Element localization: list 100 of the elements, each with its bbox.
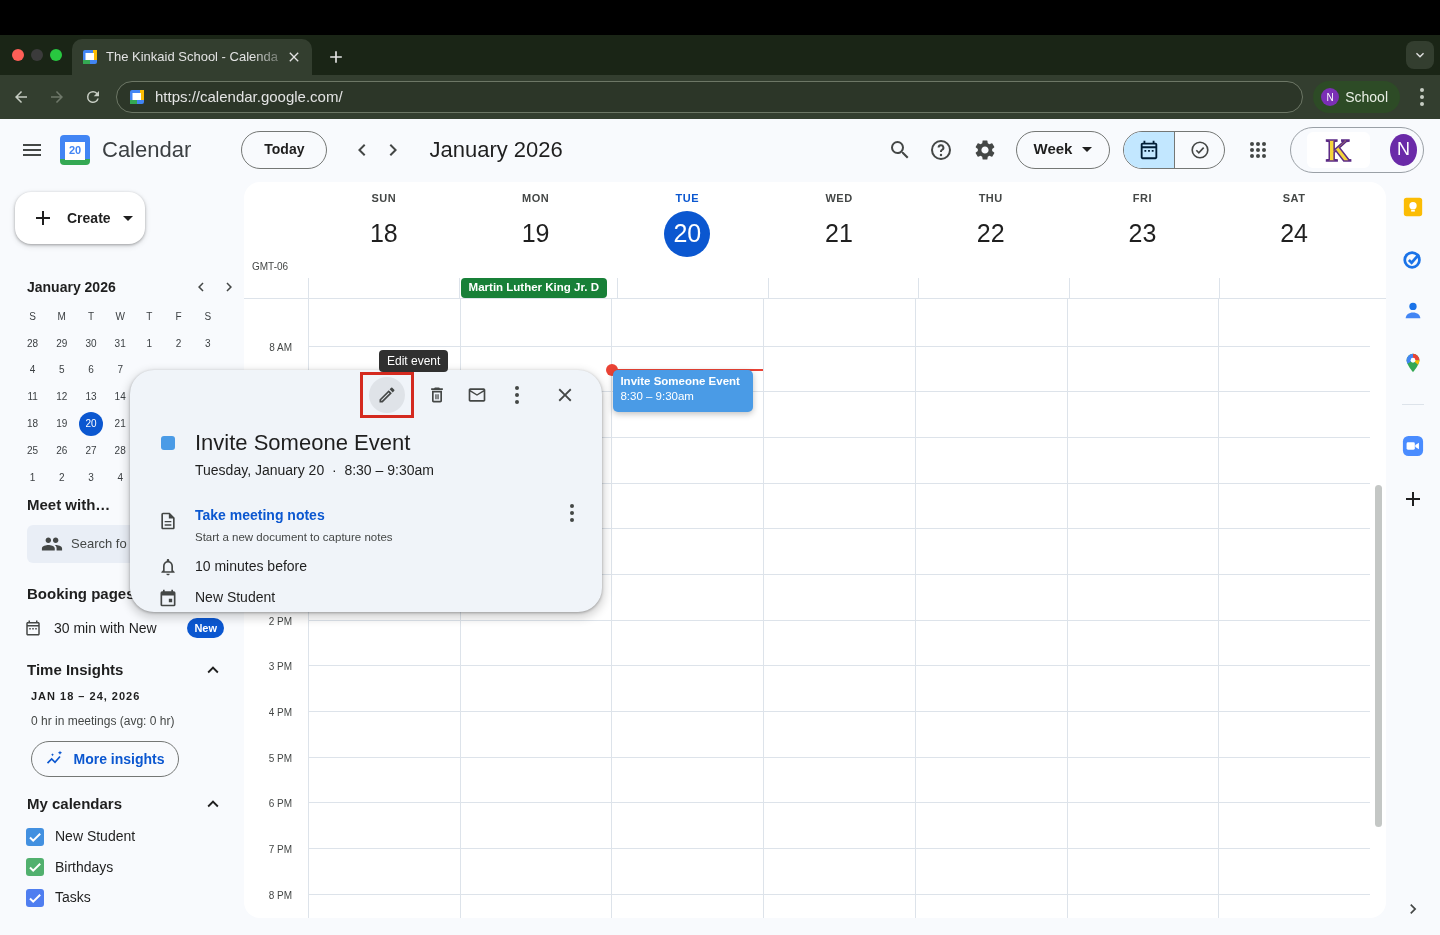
weekday-label: TUE	[675, 191, 700, 206]
calendar-view-toggle[interactable]	[1124, 131, 1174, 168]
address-bar[interactable]: https://calendar.google.com/	[116, 81, 1304, 113]
tab-list-button[interactable]	[1406, 41, 1434, 69]
mini-calendar-day[interactable]: 14	[108, 384, 133, 409]
settings-icon[interactable]	[973, 137, 997, 162]
meetings-summary: 0 hr in meetings (avg: 0 hr)	[30, 713, 176, 731]
mail-icon	[467, 385, 487, 405]
calendar-name: New Student	[195, 588, 276, 608]
meeting-notes-link[interactable]: Take meeting notes	[195, 507, 325, 523]
event-title: Invite Someone Event	[620, 374, 741, 389]
time-label: 2 PM	[268, 614, 292, 629]
weekday-label: THU	[978, 191, 1003, 206]
calendar-checkbox[interactable]	[26, 858, 44, 877]
mini-calendar-day[interactable]: 19	[49, 411, 74, 436]
mini-calendar-day[interactable]: 26	[49, 438, 74, 463]
calendar-checkbox[interactable]	[26, 888, 44, 907]
mini-calendar-day[interactable]: 4	[20, 358, 45, 382]
calendar-icon	[1138, 138, 1160, 161]
more-icon[interactable]	[1420, 88, 1424, 106]
mini-calendar-day[interactable]: 3	[78, 465, 103, 490]
calendar-name: New Student	[55, 827, 136, 847]
mini-calendar-day[interactable]: 21	[108, 411, 133, 436]
booking-page-link[interactable]: 30 min with New	[54, 617, 176, 639]
mini-calendar-day[interactable]: 3	[195, 331, 220, 356]
time-label: 5 PM	[268, 751, 292, 766]
more-icon	[515, 386, 519, 404]
section-title: Meet with…	[27, 494, 111, 515]
organization-logo: K	[1307, 131, 1370, 168]
mini-calendar-day[interactable]: 2	[166, 331, 191, 356]
time-label: 4 PM	[268, 705, 292, 720]
mini-calendar-day[interactable]: 6	[78, 358, 103, 382]
mini-calendar-day[interactable]: 1	[137, 331, 162, 356]
mini-calendar-day[interactable]: 30	[78, 331, 103, 356]
task-check-icon[interactable]	[1402, 248, 1424, 270]
mini-calendar-day[interactable]: 18	[20, 411, 45, 436]
time-label: 8 PM	[268, 888, 292, 903]
mini-calendar-day[interactable]: 11	[20, 384, 45, 409]
mini-calendar-day[interactable]: 25	[20, 438, 45, 463]
mini-calendar-day[interactable]: 7	[108, 358, 133, 382]
mini-calendar-day[interactable]: 28	[20, 331, 45, 356]
account-avatar[interactable]: N	[1389, 133, 1417, 166]
mini-calendar-title: January 2026	[27, 277, 117, 297]
event-time: 8:30 – 9:30am	[620, 389, 695, 404]
time-label: 3 PM	[268, 659, 292, 674]
zoom-window-button[interactable]	[50, 49, 62, 61]
day-number[interactable]: 21	[816, 210, 862, 257]
day-number[interactable]: 22	[967, 210, 1014, 257]
close-window-button[interactable]	[12, 49, 24, 61]
mini-calendar-day[interactable]: 28	[108, 438, 133, 463]
mini-calendar-day[interactable]: 5	[49, 358, 74, 382]
day-number[interactable]: 18	[360, 210, 407, 257]
calendar-checkbox[interactable]	[26, 827, 44, 846]
day-number[interactable]: 24	[1271, 210, 1318, 257]
timezone-label: GMT-06	[252, 261, 289, 272]
calendar-favicon	[129, 89, 145, 105]
more-icon[interactable]	[570, 504, 574, 522]
video-camera-icon[interactable]	[1402, 435, 1424, 457]
mini-calendar-day[interactable]: 2	[49, 465, 74, 490]
create-button[interactable]: Create	[15, 192, 145, 244]
reload-icon[interactable]	[84, 88, 102, 106]
day-number[interactable]: 20	[664, 210, 711, 257]
tab-title: The Kinkaid School - Calenda	[106, 48, 278, 67]
day-number[interactable]: 23	[1119, 210, 1166, 257]
bell-icon	[158, 556, 178, 577]
mini-calendar-day[interactable]: 1	[20, 465, 45, 490]
new-badge: New	[187, 617, 224, 639]
scrollbar[interactable]	[1375, 485, 1382, 827]
app-title: Calendar	[102, 136, 192, 164]
mini-calendar-day[interactable]: 27	[78, 438, 103, 463]
reminder-text: 10 minutes before	[195, 557, 308, 577]
time-label: 8 AM	[269, 340, 292, 355]
weekday-label: S	[204, 309, 212, 324]
weekday-label: WED	[825, 191, 853, 206]
section-title: Time Insights	[27, 660, 125, 681]
document-icon	[158, 511, 178, 531]
mini-calendar-day[interactable]: 31	[108, 331, 133, 356]
weekday-label: FRI	[1132, 191, 1153, 206]
mini-calendar-day[interactable]: 20	[78, 411, 103, 436]
section-title: My calendars	[27, 794, 124, 815]
mini-calendar-day[interactable]: 29	[49, 331, 74, 356]
mini-calendar-day[interactable]: 13	[78, 384, 103, 409]
mini-calendar-day[interactable]: 12	[49, 384, 74, 409]
edit-button[interactable]	[369, 377, 405, 413]
weekday-label: SAT	[1282, 191, 1306, 206]
help-icon[interactable]	[929, 137, 953, 162]
browser-tab[interactable]: The Kinkaid School - Calenda	[72, 39, 312, 75]
event-title: Invite Someone Event	[195, 430, 412, 456]
calendar-name: Tasks	[55, 888, 91, 908]
profile-button[interactable]: N School	[1313, 81, 1400, 113]
weekday-label: T	[87, 309, 94, 324]
time-label: 6 PM	[268, 796, 292, 811]
date-range-label: JAN 18 – 24, 2026	[30, 688, 142, 704]
meeting-notes-hint: Start a new document to capture notes	[195, 530, 394, 545]
all-day-event[interactable]: Martin Luther King Jr. D	[460, 278, 607, 298]
weekday-label: SUN	[371, 191, 397, 206]
mini-calendar-day[interactable]: 4	[108, 465, 133, 490]
calendar-name: Birthdays	[55, 857, 114, 877]
weekday-label: M	[57, 309, 66, 324]
day-number[interactable]: 19	[512, 210, 559, 257]
